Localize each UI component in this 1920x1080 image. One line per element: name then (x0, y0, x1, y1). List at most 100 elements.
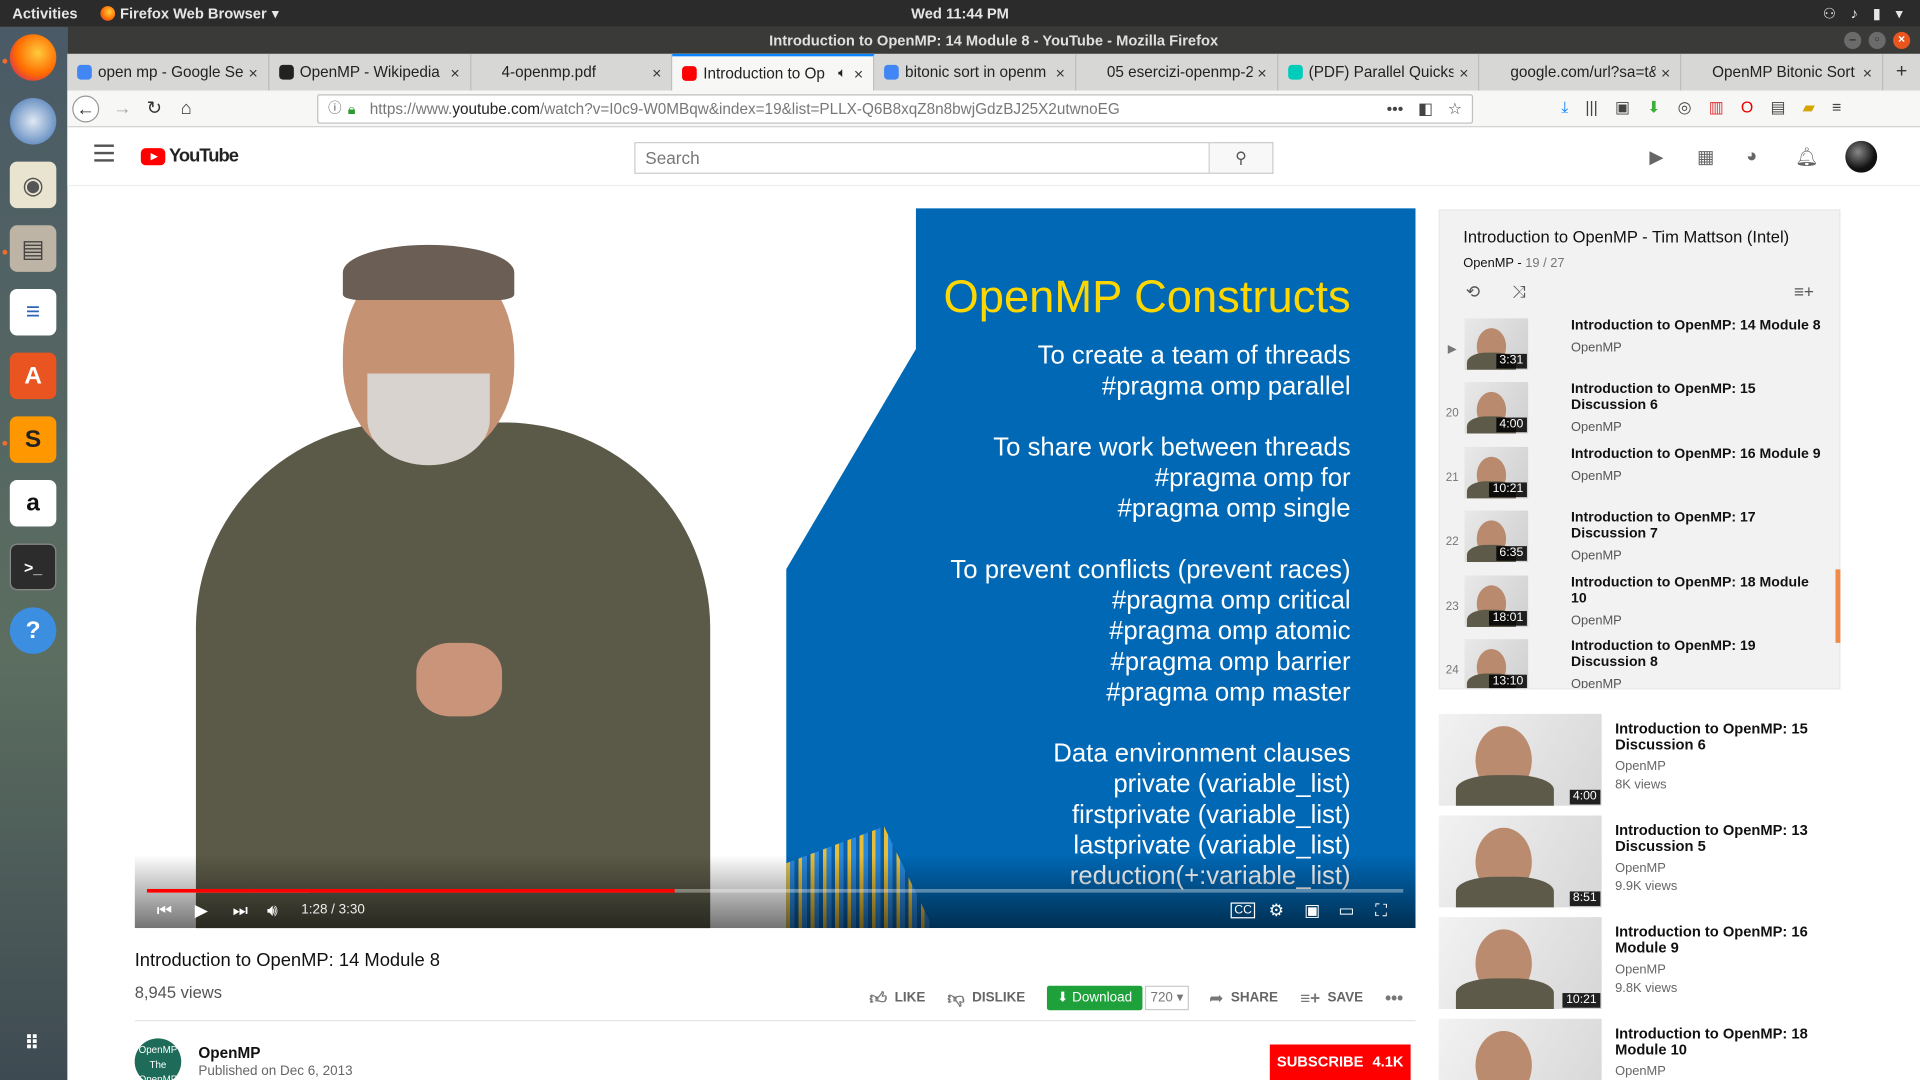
tab-close-icon[interactable]: × (1858, 63, 1878, 81)
tab-close-icon[interactable]: × (1252, 63, 1272, 81)
show-applications-icon[interactable]: ⠿ (10, 1021, 57, 1068)
tab-close-icon[interactable]: × (1656, 63, 1676, 81)
tab-close-icon[interactable]: × (1454, 63, 1474, 81)
playlist-item[interactable]: 22 6:35 Introduction to OpenMP: 17 Discuss… (1440, 510, 1839, 575)
playlist-item[interactable]: 21 10:21 Introduction to OpenMP: 16 Module… (1440, 446, 1839, 511)
tab-close-icon[interactable]: × (445, 63, 465, 81)
settings-gear-icon[interactable]: ⚙︎ (1269, 900, 1284, 921)
notes-extension-icon[interactable]: ▰ (1803, 98, 1815, 118)
download-button[interactable]: ⬇ Download (1047, 985, 1142, 1011)
loop-icon[interactable]: ⟲ (1466, 282, 1480, 303)
tab-close-icon[interactable]: × (849, 64, 869, 82)
recommended-video[interactable]: 10:21 Introduction to OpenMP: 16 Module 9… (1438, 917, 1855, 1013)
play-icon[interactable]: ▶︎ (195, 900, 208, 921)
thunderbird-icon[interactable] (9, 97, 57, 145)
theater-mode-icon[interactable]: ▭ (1338, 900, 1354, 921)
url-bar[interactable]: ⓘ 🔒︎ https://www.youtube.com/watch?v=I0c… (317, 94, 1474, 124)
playlist-owner[interactable]: OpenMP (1463, 256, 1514, 271)
writer-icon[interactable]: ≡ (9, 288, 57, 336)
info-icon[interactable]: ⓘ (328, 96, 341, 123)
page-actions-icon[interactable]: ••• (1387, 96, 1404, 123)
menu-icon[interactable]: ≡ (1832, 98, 1841, 118)
channel-avatar[interactable]: OpenMP The OpenMP API for Parallel Progr… (134, 1038, 182, 1080)
apps-grid-icon[interactable]: ▦ (1697, 146, 1714, 168)
minimize-icon[interactable]: – (1844, 31, 1862, 49)
notifications-bell-icon[interactable]: 🔔︎ (1795, 146, 1818, 168)
library-icon[interactable]: ||| (1585, 98, 1597, 118)
tab[interactable]: (PDF) Parallel Quicks × (1278, 53, 1480, 91)
subscribe-button[interactable]: SUBSCRIBE 4.1K (1269, 1044, 1411, 1080)
home-button[interactable]: ⌂ (173, 96, 200, 123)
share-button[interactable]: ➦ SHARE (1209, 988, 1278, 1009)
previous-icon[interactable]: ⏮︎ (157, 900, 172, 921)
dislike-button[interactable]: 👎︎ DISLIKE (947, 988, 1025, 1009)
close-icon[interactable]: × (1893, 31, 1911, 49)
tab-close-icon[interactable]: × (1050, 63, 1070, 81)
quality-select[interactable]: 720 ▾ (1144, 985, 1190, 1011)
sublime-text-icon[interactable]: S (9, 416, 57, 463)
playlist-item[interactable]: ▶ 3:31 Introduction to OpenMP: 14 Module 8… (1440, 318, 1839, 382)
sidebar-icon[interactable]: ▣ (1615, 98, 1630, 118)
search-input[interactable]: Search (634, 142, 1210, 174)
files-icon[interactable]: ▤ (9, 225, 57, 272)
playlist-item[interactable]: 20 4:00 Introduction to OpenMP: 15 Discuss… (1440, 382, 1839, 447)
fullscreen-icon[interactable]: ⛶ (1375, 900, 1387, 921)
save-button[interactable]: ≡+ SAVE (1300, 988, 1363, 1008)
captions-icon[interactable]: CC (1230, 902, 1256, 919)
add-to-playlist-icon[interactable]: ≡+ (1794, 282, 1814, 302)
tab[interactable]: open mp - Google Se × (67, 53, 270, 91)
help-icon[interactable]: ? (9, 607, 57, 654)
next-icon[interactable]: ⏭︎ (233, 900, 248, 921)
amazon-icon[interactable]: a (9, 480, 57, 527)
forward-button[interactable]: → (109, 96, 136, 123)
firefox-icon[interactable] (9, 34, 57, 81)
opera-icon[interactable]: O (1741, 98, 1753, 118)
volume-icon[interactable]: 🔊︎ (267, 900, 278, 921)
extension-icon[interactable]: ▤ (1770, 98, 1785, 118)
back-button[interactable]: ← (72, 95, 100, 123)
tab[interactable]: OpenMP Bitonic Sort × (1682, 53, 1884, 91)
tab-close-icon[interactable]: × (647, 63, 667, 81)
playlist-item[interactable]: 23 18:01 Introduction to OpenMP: 18 Module… (1440, 575, 1839, 639)
youtube-logo[interactable]: YouTube (140, 146, 239, 167)
playlist-title[interactable]: Introduction to OpenMP - Tim Mattson (In… (1463, 228, 1789, 246)
extension-icon[interactable]: ◎ (1678, 98, 1692, 118)
video-camera-icon[interactable]: ▶︎ (1649, 146, 1663, 168)
like-button[interactable]: 👍︎ LIKE (869, 988, 925, 1009)
playlist-item[interactable]: 24 13:10 Introduction to OpenMP: 19 Discus… (1440, 639, 1839, 689)
clock[interactable]: Wed 11:44 PM (0, 5, 1920, 22)
video-player[interactable]: OpenMP Constructs To create a team of th… (134, 208, 1416, 929)
tab[interactable]: 05 esercizi-openmp-2.pc× (1076, 53, 1278, 91)
tab[interactable]: 4-openmp.pdf × (471, 53, 673, 91)
extension-icon[interactable]: ▥ (1709, 98, 1724, 118)
messages-icon[interactable]: ◕ (1746, 146, 1757, 167)
menu-icon[interactable] (94, 144, 114, 162)
shuffle-icon[interactable]: ⤨ (1512, 282, 1526, 303)
tab[interactable]: Introduction to Op 🔈︎ × (672, 53, 875, 91)
reload-button[interactable]: ↻ (141, 96, 168, 123)
terminal-icon[interactable]: >_ (9, 543, 57, 591)
avatar[interactable] (1845, 140, 1878, 173)
pocket-icon[interactable]: ◧ (1418, 96, 1433, 123)
rhythmbox-icon[interactable]: ◉ (9, 161, 57, 209)
tab-close-icon[interactable]: × (243, 63, 263, 81)
search-button[interactable]: ⚲ (1209, 142, 1274, 174)
progress-bar[interactable] (146, 888, 1404, 893)
recommended-video[interactable]: 8:51 Introduction to OpenMP: 13 Discussio… (1438, 815, 1855, 912)
system-tray[interactable]: ⚇ ♪ ▮ ▾ (1823, 5, 1903, 22)
recommended-video[interactable]: Introduction to OpenMP: 18 Module 10 Open… (1438, 1018, 1855, 1080)
more-actions-button[interactable]: ••• (1385, 988, 1403, 1008)
recommended-video[interactable]: 4:00 Introduction to OpenMP: 15 Discussio… (1438, 713, 1855, 810)
tab-audio-icon[interactable]: 🔈︎ (838, 66, 846, 82)
tab[interactable]: bitonic sort in openm × (874, 53, 1077, 91)
downloads-icon[interactable]: ⤓ (1561, 98, 1568, 118)
tab[interactable]: OpenMP - Wikipedia × (269, 53, 471, 91)
software-center-icon[interactable]: A (9, 352, 57, 400)
bookmark-star-icon[interactable]: ☆ (1448, 96, 1462, 123)
maximize-icon[interactable]: ▫ (1868, 31, 1886, 49)
extension-download-icon[interactable]: ⬇ (1647, 98, 1660, 118)
miniplayer-icon[interactable]: ▣ (1304, 900, 1320, 921)
channel-name[interactable]: OpenMP (198, 1044, 260, 1061)
tab[interactable]: google.com/url?sa=t&rc × (1480, 53, 1682, 91)
new-tab-button[interactable]: + (1883, 54, 1920, 91)
